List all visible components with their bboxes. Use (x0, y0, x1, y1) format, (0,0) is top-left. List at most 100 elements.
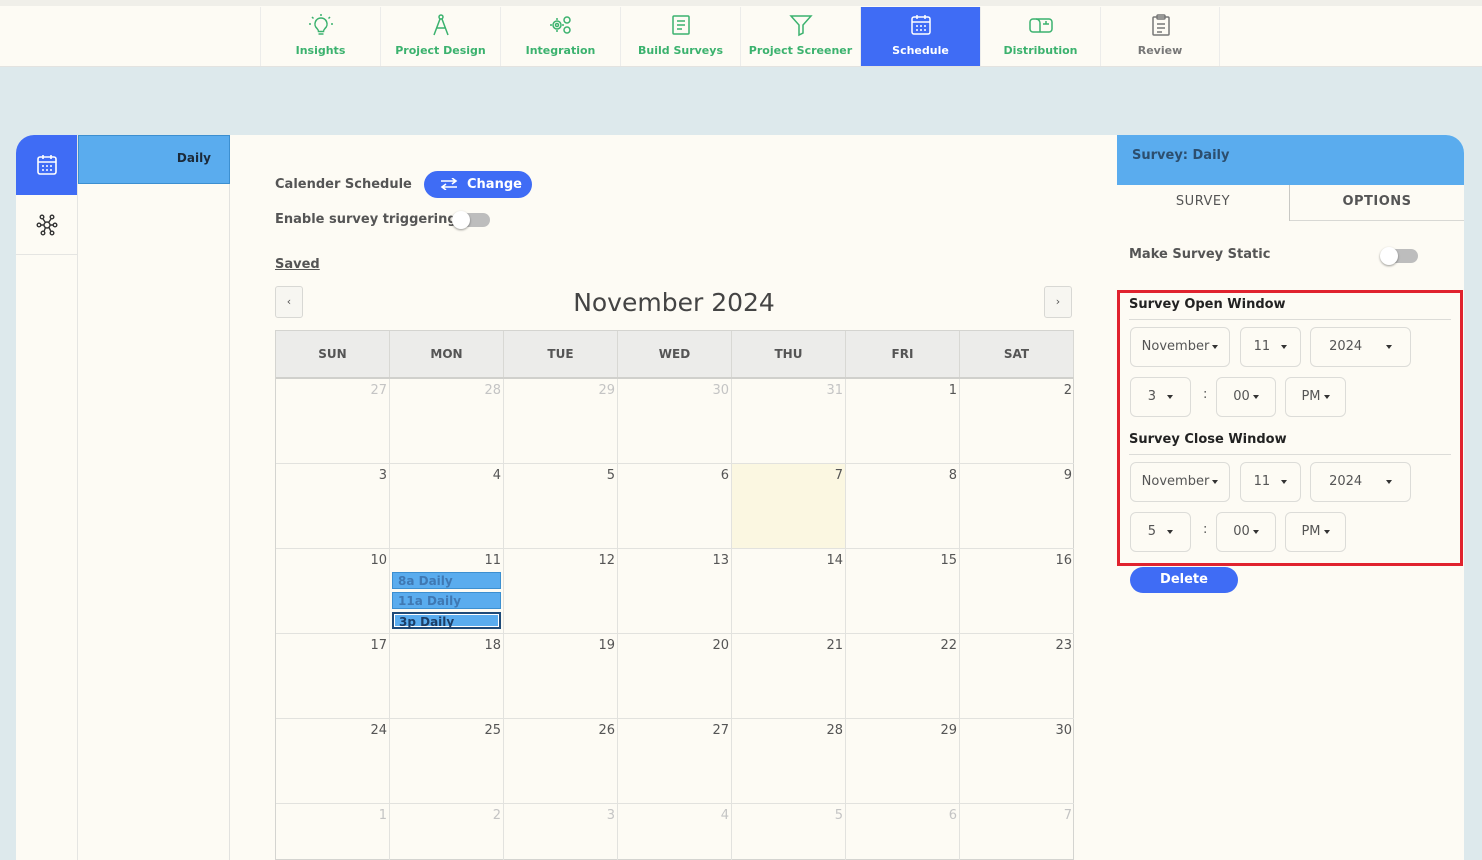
nav-insights[interactable]: Insights (260, 7, 380, 66)
open-year-select[interactable]: 2024 (1310, 327, 1411, 367)
calendar-day-cell[interactable]: 5 (504, 464, 618, 549)
close-year-select[interactable]: 2024 (1310, 462, 1411, 502)
calendar-day-cell[interactable]: 1 (276, 804, 390, 860)
calendar-day-cell[interactable]: 10 (276, 549, 390, 634)
calendar-day-cell[interactable]: 7 (960, 804, 1074, 860)
calendar-day-cell[interactable]: 4 (618, 804, 732, 860)
calendar-day-cell[interactable]: 12 (504, 549, 618, 634)
calendar-day-cell[interactable]: 6 (618, 464, 732, 549)
nav-project-screener[interactable]: Project Screener (740, 7, 860, 66)
day-number: 2 (492, 808, 501, 823)
calendar-day-cell[interactable]: 16 (960, 549, 1074, 634)
weekday-header: THU (732, 331, 846, 377)
nav-distribution[interactable]: Distribution (980, 7, 1100, 66)
make-static-label: Make Survey Static (1129, 247, 1271, 262)
calendar-day-cell[interactable]: 29 (504, 379, 618, 464)
survey-list-item-daily[interactable]: Daily (78, 135, 230, 184)
day-number: 3 (606, 808, 615, 823)
calendar-day-cell[interactable]: 5 (732, 804, 846, 860)
day-number: 27 (712, 723, 729, 738)
make-static-toggle[interactable] (1380, 247, 1418, 265)
calendar-day-cell[interactable]: 25 (390, 719, 504, 804)
nav-schedule[interactable]: Schedule (860, 7, 980, 66)
calendar-day-cell[interactable]: 6 (846, 804, 960, 860)
close-month-select[interactable]: November (1130, 462, 1230, 502)
next-month-button[interactable]: › (1044, 286, 1072, 318)
calendar-day-cell[interactable]: 27 (276, 379, 390, 464)
close-hour-select[interactable]: 5 (1130, 512, 1191, 552)
caret-down-icon (1385, 344, 1392, 349)
calendar-day-cell[interactable]: 9 (960, 464, 1074, 549)
delete-button[interactable]: Delete (1130, 567, 1238, 593)
change-button[interactable]: Change (424, 171, 532, 198)
caret-down-icon (1323, 529, 1330, 534)
nav-integration[interactable]: Integration (500, 7, 620, 66)
calendar-event[interactable]: 8a Daily (392, 572, 501, 589)
nav-build-surveys[interactable]: Build Surveys (620, 7, 740, 66)
enable-trigger-toggle[interactable] (452, 211, 490, 229)
calendar-day-cell[interactable]: 13 (618, 549, 732, 634)
day-number: 5 (606, 468, 615, 483)
nav-project-design[interactable]: Project Design (380, 7, 500, 66)
calendar-day-cell[interactable]: 30 (960, 719, 1074, 804)
calendar-day-cell[interactable]: 20 (618, 634, 732, 719)
open-month-select[interactable]: November (1130, 327, 1230, 367)
calendar-day-cell[interactable]: 15 (846, 549, 960, 634)
calendar-day-cell[interactable]: 3 (276, 464, 390, 549)
calendar-day-cell[interactable]: 23 (960, 634, 1074, 719)
day-number: 31 (826, 383, 843, 398)
calendar-day-cell[interactable]: 2 (960, 379, 1074, 464)
day-number: 24 (370, 723, 387, 738)
calendar-day-cell[interactable]: 19 (504, 634, 618, 719)
day-number: 30 (712, 383, 729, 398)
enable-trigger-label: Enable survey triggering (275, 212, 457, 227)
calendar-day-cell[interactable]: 22 (846, 634, 960, 719)
close-ampm-select[interactable]: PM (1285, 512, 1346, 552)
change-button-label: Change (467, 177, 522, 192)
calendar-day-cell[interactable]: 28 (732, 719, 846, 804)
open-hour-select[interactable]: 3 (1130, 377, 1191, 417)
calendar-day-cell[interactable]: 29 (846, 719, 960, 804)
close-year-value: 2024 (1329, 474, 1363, 489)
calendar-day-cell[interactable]: 1 (846, 379, 960, 464)
day-number: 19 (598, 638, 615, 653)
calendar-event[interactable]: 11a Daily (392, 592, 501, 609)
calendar-day-cell[interactable]: 27 (618, 719, 732, 804)
calendar-day-cell[interactable]: 3 (504, 804, 618, 860)
calendar-day-cell[interactable]: 11 8a Daily 11a Daily 3p Daily (390, 549, 504, 634)
open-ampm-select[interactable]: PM (1285, 377, 1346, 417)
calendar-day-cell[interactable]: 24 (276, 719, 390, 804)
saved-link[interactable]: Saved (275, 257, 320, 272)
day-number: 2 (1063, 383, 1072, 398)
calendar-day-cell[interactable]: 21 (732, 634, 846, 719)
open-day-select[interactable]: 11 (1240, 327, 1301, 367)
tab-survey[interactable]: SURVEY (1117, 185, 1290, 221)
calendar-day-cell[interactable]: 17 (276, 634, 390, 719)
open-minute-select[interactable]: 00 (1216, 377, 1276, 417)
calendar-day-cell[interactable]: 28 (390, 379, 504, 464)
calendar-day-cell[interactable]: 26 (504, 719, 618, 804)
day-number: 4 (720, 808, 729, 823)
caret-down-icon (1252, 529, 1259, 534)
day-number: 29 (598, 383, 615, 398)
time-colon: : (1203, 387, 1208, 402)
sidebar-calendar-button[interactable] (16, 135, 77, 195)
calendar-day-cell[interactable]: 7 (732, 464, 846, 549)
day-number: 11 (484, 553, 501, 568)
calendar-day-cell[interactable]: 2 (390, 804, 504, 860)
calendar-day-cell[interactable]: 4 (390, 464, 504, 549)
tab-options[interactable]: OPTIONS (1290, 185, 1464, 221)
nav-review[interactable]: Review (1100, 7, 1220, 66)
calendar-day-cell[interactable]: 8 (846, 464, 960, 549)
nav-label: Project Screener (748, 44, 853, 57)
close-day-select[interactable]: 11 (1240, 462, 1301, 502)
calendar-event[interactable]: 3p Daily (392, 612, 501, 629)
calendar-day-cell[interactable]: 18 (390, 634, 504, 719)
compass-icon (428, 13, 454, 37)
calendar-day-cell[interactable]: 30 (618, 379, 732, 464)
sidebar-network-button[interactable] (16, 195, 77, 255)
weekday-header: TUE (504, 331, 618, 377)
calendar-day-cell[interactable]: 14 (732, 549, 846, 634)
calendar-day-cell[interactable]: 31 (732, 379, 846, 464)
close-minute-select[interactable]: 00 (1216, 512, 1276, 552)
